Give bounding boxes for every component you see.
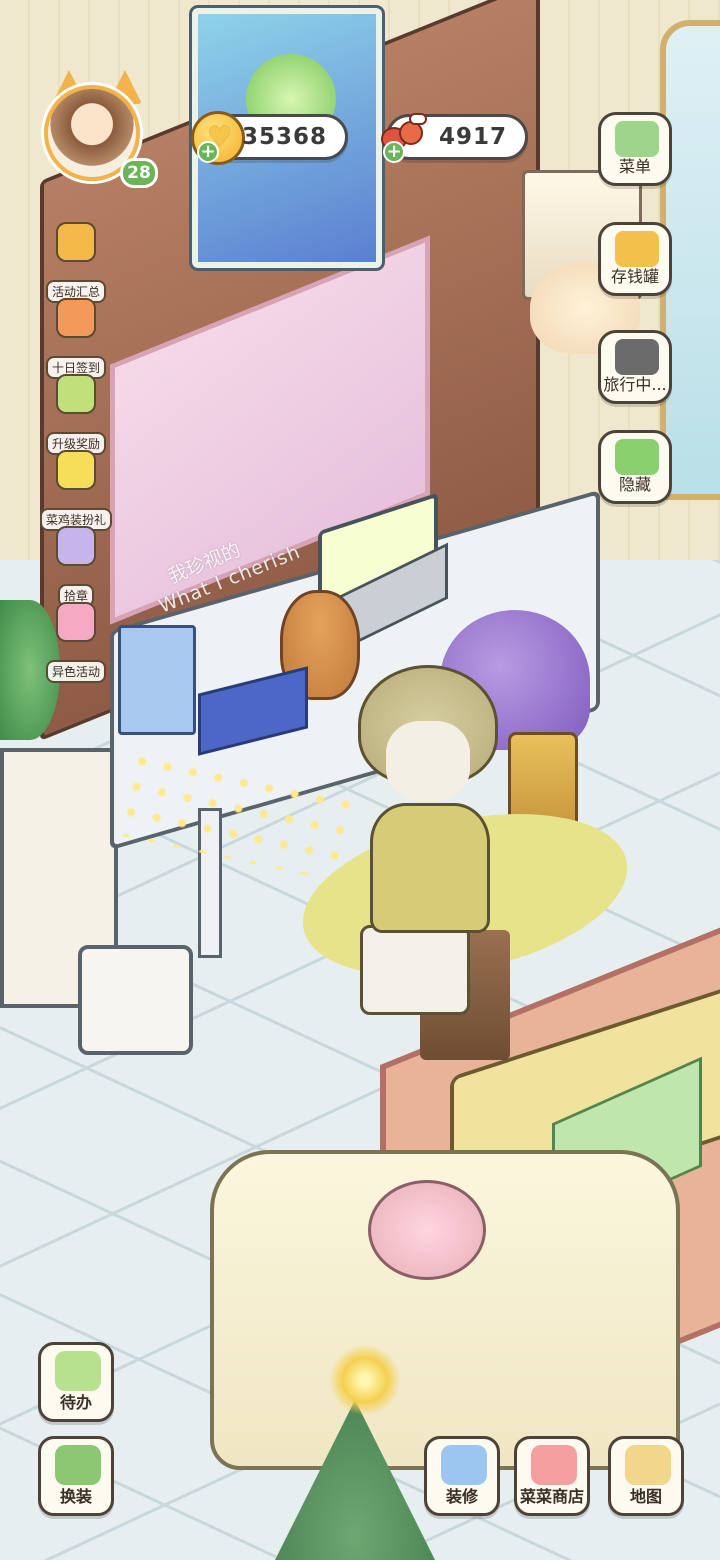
- character-legs: [360, 925, 470, 1015]
- character-body: [370, 803, 490, 933]
- add-coins-button[interactable]: +: [197, 141, 219, 163]
- bottom-todo-list-button[interactable]: 待办: [38, 1342, 114, 1422]
- bottom-decorate-button[interactable]: 装修: [424, 1436, 500, 1516]
- player-avatar[interactable]: 28: [34, 70, 164, 190]
- level-up-reward-icon: [56, 374, 96, 414]
- right-menu-camera-label: 旅行中...: [603, 375, 667, 394]
- right-menu-piggy-bank-label: 存钱罐: [610, 267, 659, 286]
- food-value: 4917: [438, 124, 507, 150]
- bottom-shop-label: 菜菜商店: [519, 1487, 584, 1506]
- left-menu-level-up-reward-button[interactable]: 升级奖励: [40, 374, 112, 455]
- add-food-button[interactable]: +: [383, 141, 405, 163]
- bottom-change-outfit-button[interactable]: 换装: [38, 1436, 114, 1516]
- left-menu-badge-collect-button[interactable]: 拾章: [40, 526, 112, 607]
- left-menu-event-summary-button[interactable]: 活动汇总: [40, 222, 112, 303]
- piggy-bank-icon: [615, 231, 659, 267]
- chick-dressup-gift-icon: [56, 450, 96, 490]
- left-menu-ten-day-checkin-button[interactable]: 十日签到: [40, 298, 112, 379]
- right-menu-camera-button[interactable]: 旅行中...: [598, 330, 672, 404]
- coin-counter[interactable]: + 35368: [191, 111, 348, 165]
- footstool: [78, 945, 193, 1055]
- right-menu-piggy-bank-button[interactable]: 存钱罐: [598, 222, 672, 296]
- right-menu-menu-button[interactable]: 菜单: [598, 112, 672, 186]
- coin-value: 35368: [241, 124, 327, 150]
- left-menu-rainbow-event-button[interactable]: 异色活动: [40, 602, 112, 683]
- bottom-todo-list-label: 待办: [59, 1393, 92, 1412]
- level-badge: 28: [120, 158, 158, 188]
- blue-book: [118, 625, 196, 735]
- right-menu-hide-label: 隐藏: [618, 475, 651, 494]
- left-menu-chick-dressup-gift-button[interactable]: 菜鸡装扮礼: [40, 450, 113, 531]
- change-outfit-icon: [55, 1445, 101, 1485]
- todo-list-icon: [55, 1351, 101, 1391]
- bottom-shop-button[interactable]: 菜菜商店: [514, 1436, 590, 1516]
- hide-icon: [615, 439, 659, 475]
- bottom-change-outfit-label: 换装: [59, 1487, 92, 1506]
- ten-day-checkin-icon: [56, 298, 96, 338]
- rainbow-event-icon: [56, 602, 96, 642]
- bottom-map-button[interactable]: 地图: [608, 1436, 684, 1516]
- decorate-icon: [441, 1445, 487, 1485]
- left-menu-label: 异色活动: [45, 660, 106, 683]
- bottom-decorate-label: 装修: [445, 1487, 478, 1506]
- right-menu-menu-label: 菜单: [618, 157, 651, 176]
- food-counter[interactable]: + 4917: [381, 113, 528, 163]
- menu-icon: [615, 121, 659, 157]
- bottom-map-label: 地图: [629, 1487, 662, 1506]
- star-icon: [330, 1345, 400, 1415]
- badge-collect-icon: [56, 526, 96, 566]
- event-summary-icon: [56, 222, 96, 262]
- map-icon: [625, 1445, 671, 1485]
- player-character[interactable]: [350, 665, 500, 1025]
- camera-icon: [615, 339, 659, 375]
- pink-pillow: [368, 1180, 486, 1280]
- shop-icon: [531, 1445, 577, 1485]
- right-menu-hide-button[interactable]: 隐藏: [598, 430, 672, 504]
- character-face: [386, 721, 470, 801]
